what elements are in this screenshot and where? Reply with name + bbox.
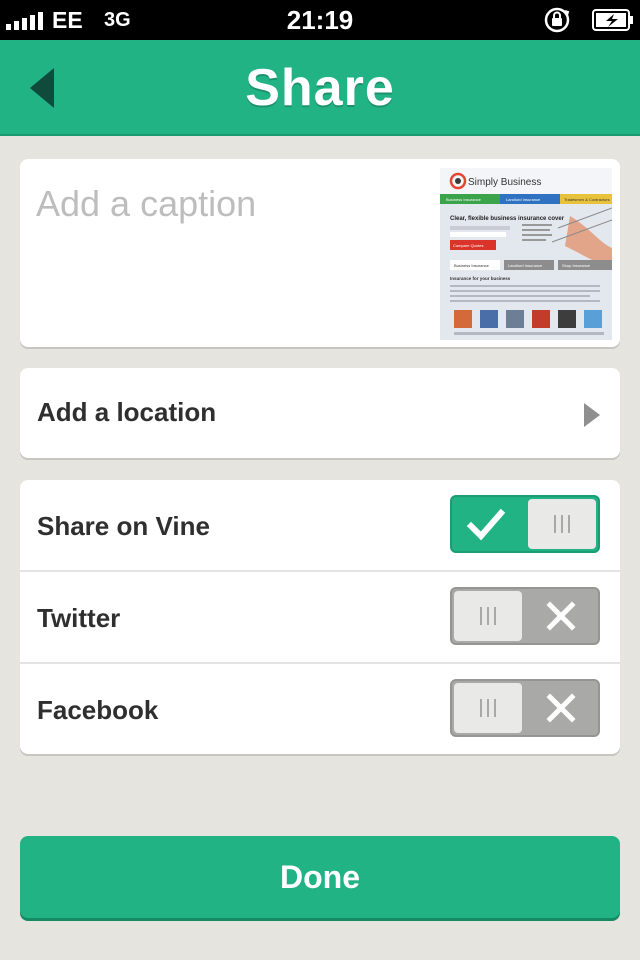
done-button[interactable]: Done [20,836,620,918]
thumbnail-headline: Clear, flexible business insurance cover [450,216,565,222]
twitter-label: Twitter [37,603,121,633]
thumbnail-cta: Compare Quotes [453,243,483,248]
toggle-knob[interactable] [454,591,522,641]
toggle-knob[interactable] [454,683,522,733]
rotation-lock-icon [544,7,570,33]
thumbnail-section-heading: Insurance for your business [450,276,511,281]
caption-input[interactable] [36,183,426,225]
share-on-vine-row: Share on Vine [20,480,620,571]
twitter-toggle[interactable] [450,587,600,645]
facebook-row: Facebook [20,664,620,755]
thumbnail-tab-1: Business Insurance [446,197,482,202]
share-options-card: Share on Vine Twitter Facebook [20,480,620,754]
twitter-row: Twitter [20,572,620,663]
caption-card: Simply Business Business Insurance Landl… [20,159,620,347]
thumbnail-subtab-2: Landlord Insurance [508,263,543,268]
close-x-icon [546,601,576,631]
thumbnail-tab-3: Tradesmen & Contractors [564,197,610,202]
checkmark-icon [466,508,506,541]
thumbnail-brand: Simply Business [468,177,541,188]
grip-icon [480,699,496,717]
chevron-right-icon [584,403,600,427]
thumbnail-subtab-3: Shop Insurance [562,263,591,268]
thumbnail-subtab-1: Business Insurance [454,263,490,268]
share-on-vine-toggle[interactable] [450,495,600,553]
share-on-vine-label: Share on Vine [37,511,210,541]
navigation-bar: Share [0,40,640,136]
battery-charging-icon [592,9,633,31]
grip-icon [554,515,570,533]
facebook-toggle[interactable] [450,679,600,737]
add-location-row[interactable]: Add a location [20,368,620,458]
add-location-label: Add a location [37,397,217,427]
grip-icon [480,607,496,625]
facebook-label: Facebook [37,695,159,725]
status-bar: EE 3G 21:19 [0,0,640,40]
close-x-icon [546,693,576,723]
toggle-knob[interactable] [528,499,596,549]
page-title: Share [245,59,395,117]
thumbnail-tab-2: Landlord Insurance [506,197,541,202]
post-thumbnail: Simply Business Business Insurance Landl… [440,168,612,340]
